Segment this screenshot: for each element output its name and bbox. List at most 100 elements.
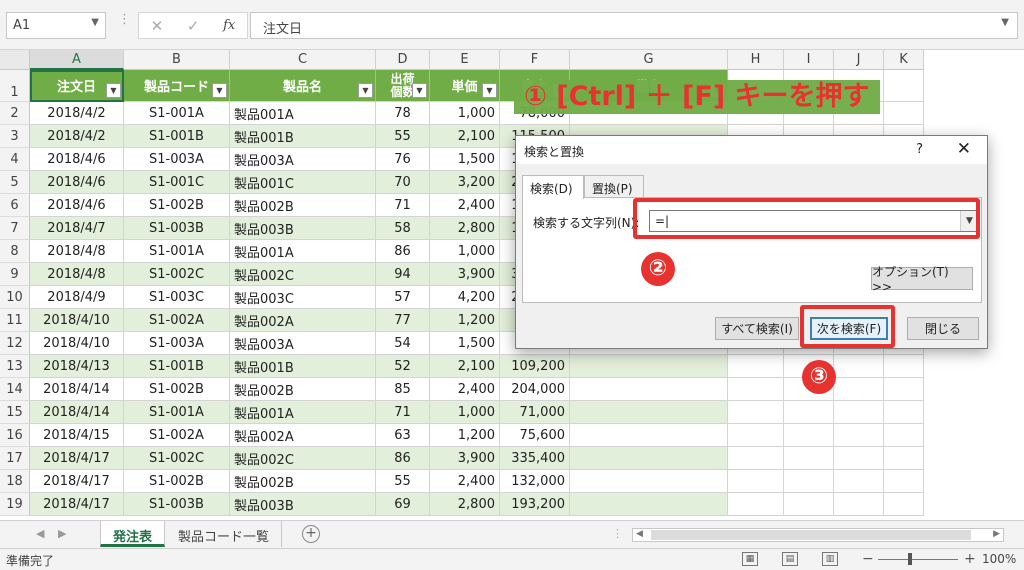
empty-cell[interactable] bbox=[728, 447, 784, 470]
table-cell-b[interactable]: S1-002C bbox=[124, 263, 230, 286]
table-cell-g[interactable] bbox=[570, 424, 728, 447]
row-header[interactable]: 2 bbox=[0, 102, 30, 125]
empty-cell[interactable] bbox=[884, 401, 924, 424]
table-cell-c[interactable]: 製品003B bbox=[230, 217, 376, 240]
table-cell-b[interactable]: S1-002B bbox=[124, 194, 230, 217]
row-header[interactable]: 13 bbox=[0, 355, 30, 378]
row-header[interactable]: 12 bbox=[0, 332, 30, 355]
table-cell-f[interactable]: 132,000 bbox=[500, 470, 570, 493]
table-cell-e[interactable]: 1,200 bbox=[430, 424, 500, 447]
empty-cell[interactable] bbox=[784, 470, 834, 493]
table-cell-c[interactable]: 製品001B bbox=[230, 125, 376, 148]
table-cell-e[interactable]: 3,200 bbox=[430, 171, 500, 194]
tab-find[interactable]: 検索(D) bbox=[522, 175, 584, 199]
table-header-a[interactable]: 注文日 ▼ bbox=[30, 70, 124, 102]
row-header[interactable]: 1 bbox=[0, 70, 30, 102]
table-cell-b[interactable]: S1-002A bbox=[124, 424, 230, 447]
table-cell-b[interactable]: S1-002C bbox=[124, 447, 230, 470]
empty-cell[interactable] bbox=[884, 470, 924, 493]
table-cell-d[interactable]: 86 bbox=[376, 447, 430, 470]
table-cell-c[interactable]: 製品002A bbox=[230, 309, 376, 332]
filter-dropdown-icon[interactable]: ▼ bbox=[412, 83, 427, 98]
enter-icon[interactable]: ✓ bbox=[187, 17, 200, 35]
empty-cell[interactable] bbox=[728, 470, 784, 493]
table-cell-b[interactable]: S1-001A bbox=[124, 240, 230, 263]
cancel-icon[interactable]: ✕ bbox=[151, 17, 164, 35]
column-header-f[interactable]: F bbox=[500, 50, 570, 70]
zoom-level[interactable]: 100% bbox=[982, 552, 1016, 566]
table-cell-d[interactable]: 77 bbox=[376, 309, 430, 332]
column-header-j[interactable]: J bbox=[834, 50, 884, 70]
zoom-slider[interactable] bbox=[878, 559, 958, 560]
table-cell-c[interactable]: 製品001B bbox=[230, 355, 376, 378]
table-cell-b[interactable]: S1-002B bbox=[124, 378, 230, 401]
table-cell-e[interactable]: 1,500 bbox=[430, 332, 500, 355]
empty-cell[interactable] bbox=[784, 447, 834, 470]
table-cell-e[interactable]: 1,500 bbox=[430, 148, 500, 171]
table-cell-a[interactable]: 2018/4/6 bbox=[30, 171, 124, 194]
close-icon[interactable]: ✕ bbox=[957, 139, 971, 159]
table-cell-c[interactable]: 製品003A bbox=[230, 148, 376, 171]
normal-view-icon[interactable]: ▦ bbox=[742, 552, 758, 566]
table-cell-b[interactable]: S1-002B bbox=[124, 470, 230, 493]
column-header-a[interactable]: A bbox=[30, 50, 124, 70]
empty-cell[interactable] bbox=[884, 355, 924, 378]
table-cell-d[interactable]: 55 bbox=[376, 470, 430, 493]
table-cell-b[interactable]: S1-001C bbox=[124, 171, 230, 194]
tab-splitter-icon[interactable]: ⋮ bbox=[612, 527, 623, 540]
table-cell-d[interactable]: 94 bbox=[376, 263, 430, 286]
table-cell-d[interactable]: 69 bbox=[376, 493, 430, 516]
name-box[interactable]: A1 ▼ bbox=[6, 12, 106, 39]
table-cell-c[interactable]: 製品001C bbox=[230, 171, 376, 194]
filter-dropdown-icon[interactable]: ▼ bbox=[212, 83, 227, 98]
table-cell-b[interactable]: S1-001B bbox=[124, 125, 230, 148]
empty-cell[interactable] bbox=[884, 378, 924, 401]
table-cell-f[interactable]: 193,200 bbox=[500, 493, 570, 516]
empty-cell[interactable] bbox=[728, 378, 784, 401]
row-header[interactable]: 16 bbox=[0, 424, 30, 447]
table-cell-d[interactable]: 52 bbox=[376, 355, 430, 378]
table-cell-e[interactable]: 2,400 bbox=[430, 378, 500, 401]
zoom-slider-thumb[interactable] bbox=[908, 553, 912, 565]
tab-replace[interactable]: 置換(P) bbox=[584, 175, 644, 198]
table-cell-e[interactable]: 3,900 bbox=[430, 447, 500, 470]
table-cell-a[interactable]: 2018/4/14 bbox=[30, 401, 124, 424]
page-break-view-icon[interactable]: ▥ bbox=[822, 552, 838, 566]
table-cell-a[interactable]: 2018/4/10 bbox=[30, 309, 124, 332]
row-header[interactable]: 4 bbox=[0, 148, 30, 171]
table-cell-d[interactable]: 86 bbox=[376, 240, 430, 263]
table-cell-e[interactable]: 2,800 bbox=[430, 217, 500, 240]
table-cell-d[interactable]: 57 bbox=[376, 286, 430, 309]
column-header-i[interactable]: I bbox=[784, 50, 834, 70]
table-cell-e[interactable]: 2,100 bbox=[430, 355, 500, 378]
row-header[interactable]: 11 bbox=[0, 309, 30, 332]
empty-cell[interactable] bbox=[834, 378, 884, 401]
table-cell-b[interactable]: S1-001B bbox=[124, 355, 230, 378]
empty-cell[interactable] bbox=[834, 493, 884, 516]
help-icon[interactable]: ? bbox=[916, 142, 923, 157]
table-cell-c[interactable]: 製品003A bbox=[230, 332, 376, 355]
empty-cell[interactable] bbox=[834, 401, 884, 424]
zoom-in-icon[interactable]: + bbox=[964, 551, 976, 567]
table-cell-a[interactable]: 2018/4/2 bbox=[30, 125, 124, 148]
table-cell-e[interactable]: 4,200 bbox=[430, 286, 500, 309]
table-cell-d[interactable]: 70 bbox=[376, 171, 430, 194]
empty-cell[interactable] bbox=[784, 493, 834, 516]
table-cell-e[interactable]: 2,400 bbox=[430, 194, 500, 217]
table-cell-c[interactable]: 製品002C bbox=[230, 447, 376, 470]
filter-dropdown-icon[interactable]: ▼ bbox=[106, 83, 121, 98]
page-layout-view-icon[interactable]: ▤ bbox=[782, 552, 798, 566]
table-cell-e[interactable]: 1,000 bbox=[430, 102, 500, 125]
table-cell-b[interactable]: S1-001A bbox=[124, 401, 230, 424]
filter-dropdown-icon[interactable]: ▼ bbox=[482, 83, 497, 98]
row-header[interactable]: 3 bbox=[0, 125, 30, 148]
table-cell-a[interactable]: 2018/4/2 bbox=[30, 102, 124, 125]
row-header[interactable]: 18 bbox=[0, 470, 30, 493]
table-cell-c[interactable]: 製品002C bbox=[230, 263, 376, 286]
table-cell-d[interactable]: 55 bbox=[376, 125, 430, 148]
column-header-d[interactable]: D bbox=[376, 50, 430, 70]
empty-cell[interactable] bbox=[728, 401, 784, 424]
table-header-b[interactable]: 製品コード ▼ bbox=[124, 70, 230, 102]
table-cell-a[interactable]: 2018/4/13 bbox=[30, 355, 124, 378]
scroll-left-icon[interactable]: ◀ bbox=[636, 529, 643, 539]
